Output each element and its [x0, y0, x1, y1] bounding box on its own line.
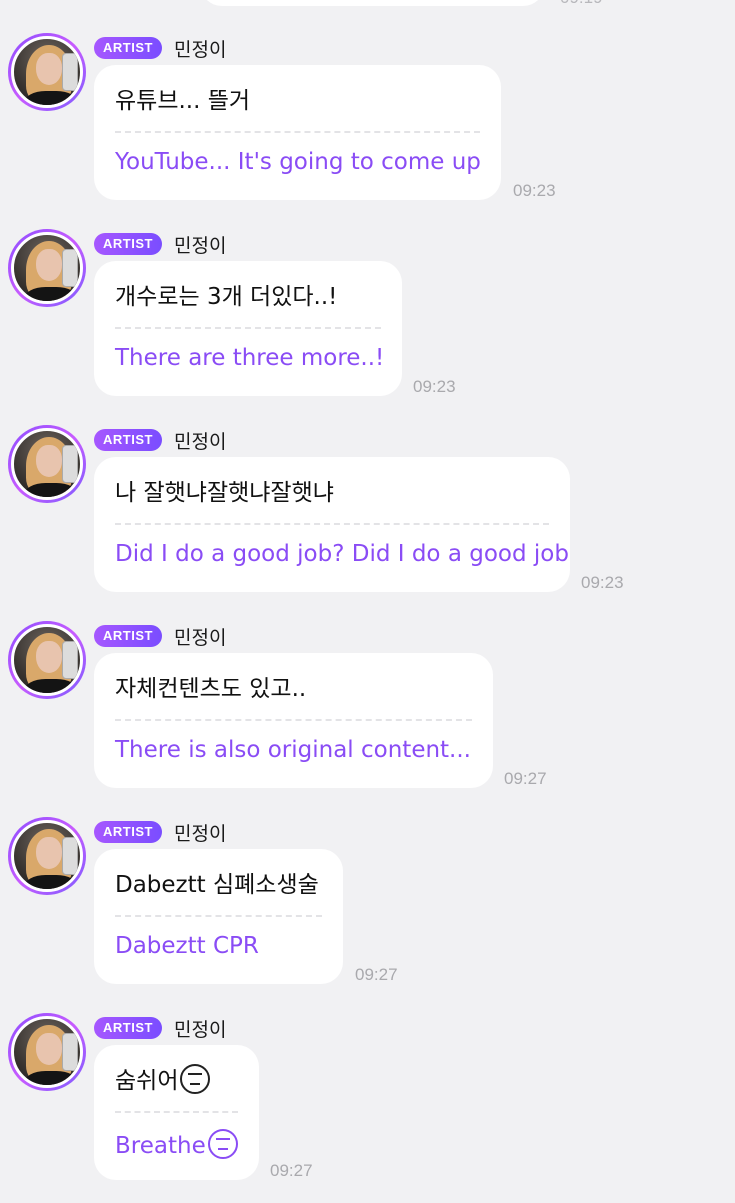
message-bubble[interactable]: 자체컨텐츠도 있고.. There is also original conte…	[94, 653, 493, 788]
translation-text: YouTube... It's going to come up	[115, 149, 481, 175]
avatar-photo	[11, 820, 83, 892]
avatar[interactable]	[8, 425, 86, 503]
avatar-photo	[11, 232, 83, 304]
previous-message-time: 09:19	[560, 0, 603, 8]
avatar-photo	[11, 36, 83, 108]
neutral-face-icon	[180, 1064, 211, 1094]
avatar[interactable]	[8, 621, 86, 699]
divider	[115, 523, 549, 525]
message-bubble[interactable]: 숨쉬어 Breathe	[94, 1045, 259, 1180]
original-text: 나 잘햇냐잘햇냐잘햇냐	[115, 480, 334, 506]
sender-name[interactable]: 민정이	[174, 35, 226, 62]
message-time: 09:27	[355, 965, 398, 984]
chat-message: ARTIST 민정이 개수로는 3개 더있다..! There are thre…	[0, 229, 735, 419]
message-time: 09:23	[513, 181, 556, 200]
translation-text-content: Breathe	[115, 1133, 206, 1159]
translation-text: There is also original content...	[115, 737, 471, 763]
divider	[115, 327, 381, 329]
divider	[115, 131, 480, 133]
chat-message: ARTIST 민정이 나 잘햇냐잘햇냐잘햇냐 Did I do a good j…	[0, 425, 735, 615]
original-text: 숨쉬어	[115, 1061, 211, 1095]
sender-name[interactable]: 민정이	[174, 231, 226, 258]
message-bubble[interactable]: 유튜브... 뜰거 YouTube... It's going to come …	[94, 65, 501, 200]
sender-name[interactable]: 민정이	[174, 1015, 226, 1042]
translation-text: Did I do a good job? Did I do a good job	[115, 541, 569, 567]
original-text: 개수로는 3개 더있다..!	[115, 284, 338, 310]
chat-message: ARTIST 민정이 Dabeztt 심폐소생술 Dabeztt CPR 09:…	[0, 817, 735, 1007]
original-text-content: 숨쉬어	[115, 1068, 179, 1094]
artist-badge: ARTIST	[94, 233, 162, 255]
message-time: 09:23	[581, 573, 624, 592]
avatar[interactable]	[8, 229, 86, 307]
original-text: 유튜브... 뜰거	[115, 88, 251, 114]
sender-name[interactable]: 민정이	[174, 819, 226, 846]
message-bubble[interactable]: 개수로는 3개 더있다..! There are three more..!	[94, 261, 402, 396]
message-time: 09:23	[413, 377, 456, 396]
avatar[interactable]	[8, 33, 86, 111]
avatar[interactable]	[8, 1013, 86, 1091]
avatar-photo	[11, 624, 83, 696]
artist-badge: ARTIST	[94, 429, 162, 451]
message-time: 09:27	[270, 1161, 313, 1180]
chat-message: ARTIST 민정이 유튜브... 뜰거 YouTube... It's goi…	[0, 33, 735, 223]
original-text: 자체컨텐츠도 있고..	[115, 676, 307, 702]
chat-message: ARTIST 민정이 자체컨텐츠도 있고.. There is also ori…	[0, 621, 735, 811]
sender-name[interactable]: 민정이	[174, 427, 226, 454]
message-bubble[interactable]: Dabeztt 심폐소생술 Dabeztt CPR	[94, 849, 343, 984]
divider	[115, 719, 472, 721]
message-bubble[interactable]: 나 잘햇냐잘햇냐잘햇냐 Did I do a good job? Did I d…	[94, 457, 570, 592]
neutral-face-icon	[207, 1129, 238, 1159]
chat-message: ARTIST 민정이 숨쉬어 Breathe 09:27	[0, 1013, 735, 1203]
message-time: 09:27	[504, 769, 547, 788]
divider	[115, 915, 322, 917]
avatar-photo	[11, 428, 83, 500]
artist-badge: ARTIST	[94, 821, 162, 843]
artist-badge: ARTIST	[94, 625, 162, 647]
artist-badge: ARTIST	[94, 37, 162, 59]
previous-message-bubble[interactable]	[200, 0, 545, 6]
translation-text: Breathe	[115, 1129, 238, 1159]
translation-text: Dabeztt CPR	[115, 933, 259, 959]
translation-text: There are three more..!	[115, 345, 385, 371]
original-text: Dabeztt 심폐소생술	[115, 872, 319, 898]
divider	[115, 1111, 238, 1113]
avatar-photo	[11, 1016, 83, 1088]
artist-badge: ARTIST	[94, 1017, 162, 1039]
avatar[interactable]	[8, 817, 86, 895]
sender-name[interactable]: 민정이	[174, 623, 226, 650]
